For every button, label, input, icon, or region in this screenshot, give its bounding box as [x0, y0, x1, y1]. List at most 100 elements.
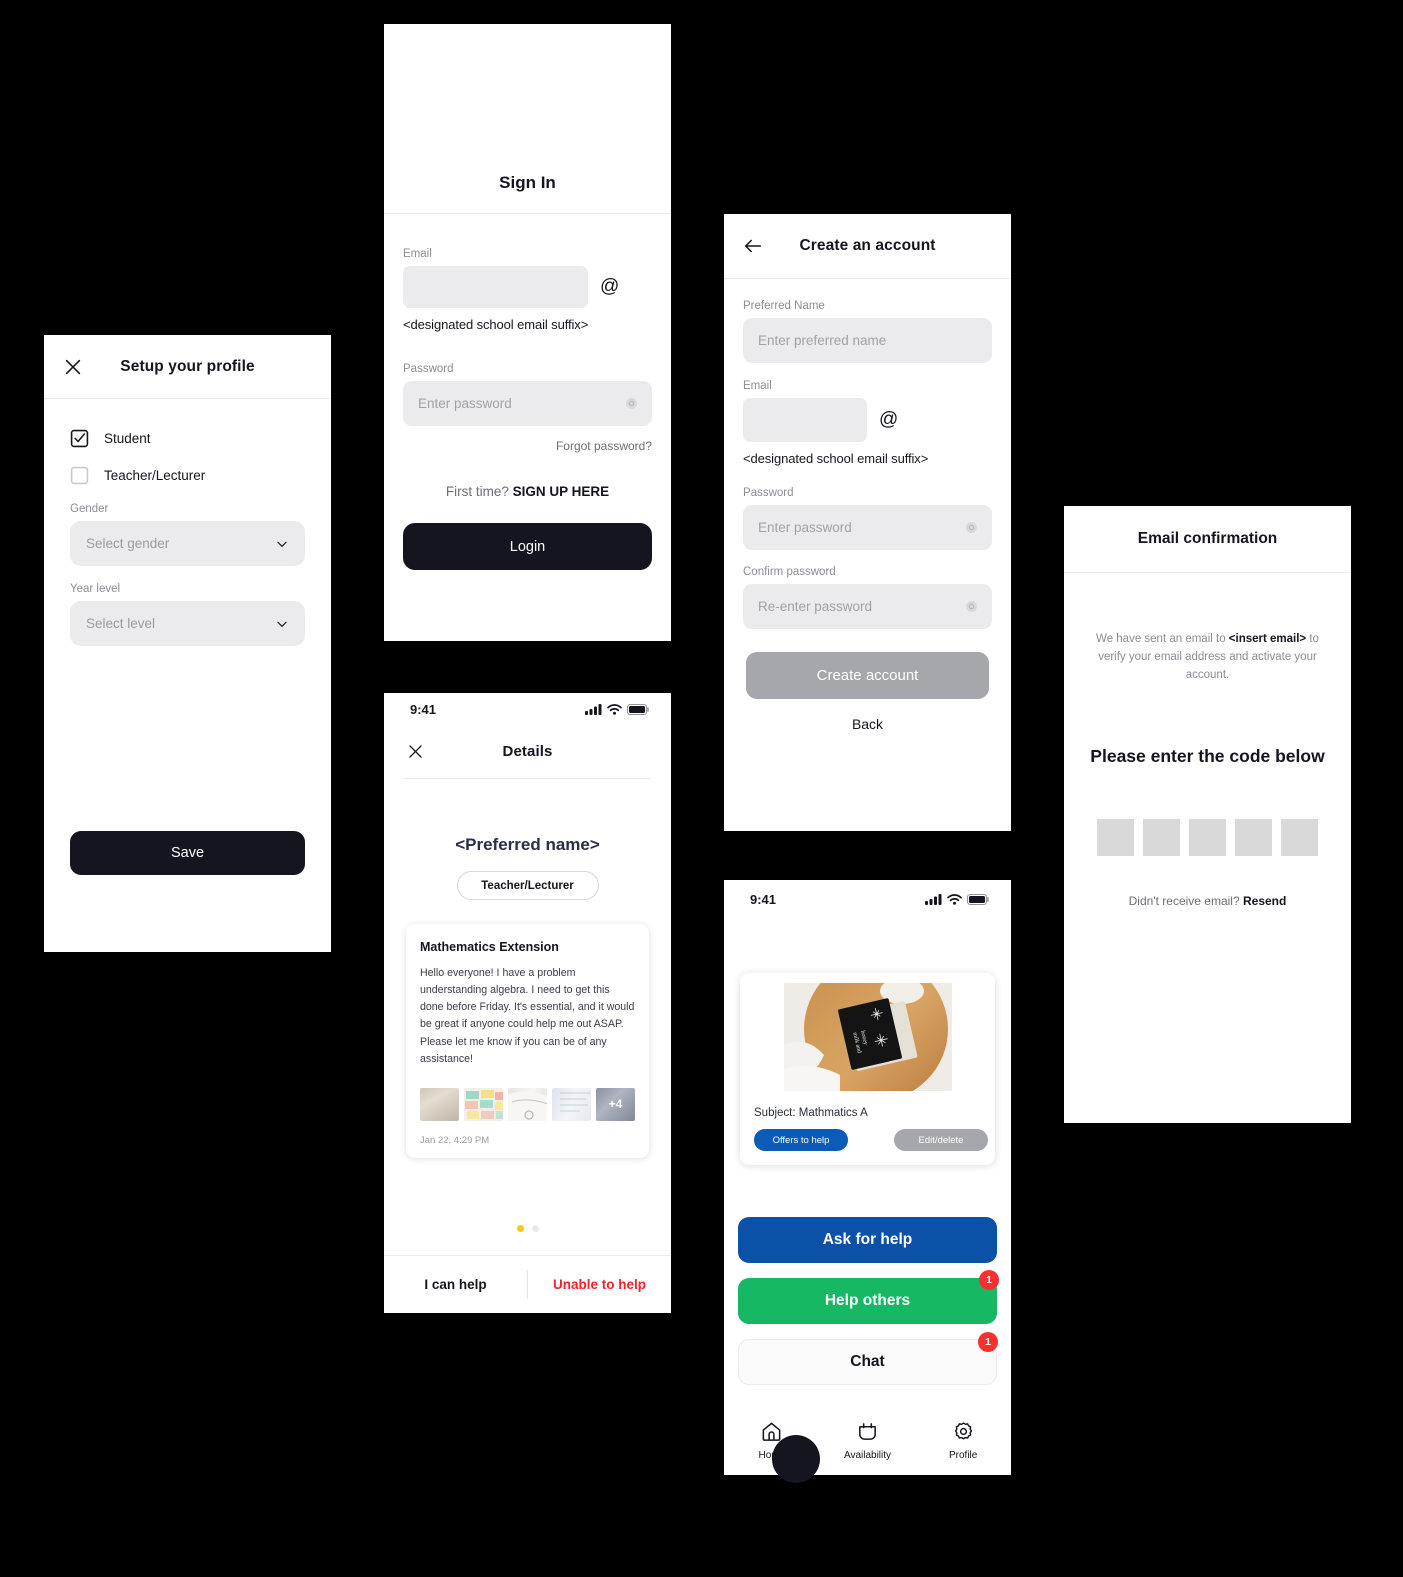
resend-link[interactable]: Resend	[1243, 894, 1286, 908]
tab-availability[interactable]: Availability	[820, 1420, 916, 1461]
wifi-icon	[947, 893, 962, 905]
signup-prompt: First time? SIGN UP HERE	[403, 484, 652, 499]
back-link[interactable]: Back	[743, 716, 992, 732]
resend-row: Didn't receive email? Resend	[1064, 894, 1351, 908]
setup-profile-header: Setup your profile	[44, 335, 331, 399]
code-digit-1[interactable]	[1097, 819, 1134, 857]
year-level-select-value: Select level	[86, 616, 156, 631]
pagination-dot-active[interactable]	[516, 1225, 524, 1232]
offers-to-help-button[interactable]: Offers to help	[754, 1129, 848, 1151]
save-button[interactable]: Save	[70, 831, 305, 875]
code-digit-5[interactable]	[1281, 819, 1318, 857]
unable-to-help-button[interactable]: Unable to help	[528, 1256, 671, 1313]
year-level-select[interactable]: Select level	[70, 601, 305, 646]
email-confirmation-screen: Email confirmation We have sent an email…	[1064, 506, 1351, 1123]
attachment-thumb[interactable]	[552, 1087, 591, 1121]
post-timestamp: Jan 22, 4:29 PM	[420, 1134, 490, 1146]
request-card[interactable]: milk and honey Subject: Mathmatics A Off…	[740, 973, 995, 1165]
confirmation-email-placeholder: <insert email>	[1228, 633, 1307, 645]
post-card[interactable]: Mathematics Extension Hello everyone! I …	[406, 924, 649, 1158]
signin-header: Sign In	[384, 153, 671, 214]
role-option-teacher[interactable]: Teacher/Lecturer	[70, 466, 305, 485]
attachment-thumbnails[interactable]: +4	[420, 1087, 635, 1121]
password-label: Password	[403, 363, 454, 375]
profile-block: <Preferred name> Teacher/Lecturer	[384, 835, 671, 900]
eye-icon[interactable]	[965, 521, 978, 534]
bottom-tab-bar: Home Availability Profile	[724, 1420, 1011, 1461]
card-actions: Offers to help Edit/delete	[754, 1129, 988, 1151]
attachment-thumb[interactable]	[420, 1087, 459, 1121]
checkbox-unchecked-icon[interactable]	[70, 466, 89, 485]
password-input[interactable]: Enter password	[743, 505, 992, 550]
code-input-row[interactable]	[1064, 819, 1351, 857]
chevron-down-icon	[277, 621, 287, 627]
attachment-more-count: +4	[596, 1087, 635, 1121]
help-others-button[interactable]: Help others 1	[738, 1270, 999, 1324]
confirmation-message: We have sent an email to <insert email> …	[1064, 631, 1351, 684]
gender-select-value: Select gender	[86, 536, 170, 551]
home-indicator-notch	[772, 1435, 820, 1483]
code-digit-4[interactable]	[1235, 819, 1272, 857]
edit-delete-button[interactable]: Edit/delete	[894, 1129, 988, 1151]
status-bar: 9:41	[384, 693, 671, 725]
ask-for-help-button[interactable]: Ask for help	[738, 1217, 997, 1263]
signup-link[interactable]: SIGN UP HERE	[513, 484, 610, 499]
create-account-button[interactable]: Create account	[746, 652, 989, 699]
home-indicator-area	[724, 1435, 1011, 1505]
calendar-icon	[859, 1423, 876, 1440]
forgot-password-link[interactable]: Forgot password?	[403, 439, 652, 453]
gender-select[interactable]: Select gender	[70, 521, 305, 566]
code-digit-2[interactable]	[1143, 819, 1180, 857]
attachment-thumb[interactable]	[464, 1087, 503, 1121]
chat-badge: 1	[978, 1332, 998, 1352]
signal-icon	[925, 893, 942, 905]
i-can-help-button[interactable]: I can help	[384, 1256, 527, 1313]
chat-button[interactable]: Chat 1	[738, 1332, 998, 1385]
page-title: Sign In	[499, 173, 556, 192]
carousel-pagination[interactable]	[384, 1225, 671, 1232]
pagination-dot[interactable]	[531, 1225, 539, 1232]
page-title: Create an account	[799, 237, 936, 254]
email-suffix-hint: <designated school email suffix>	[743, 451, 929, 466]
attachment-thumb-more[interactable]: +4	[596, 1087, 635, 1121]
post-body: Hello everyone! I have a problem underst…	[420, 967, 635, 1065]
code-digit-3[interactable]	[1189, 819, 1226, 857]
header-divider	[404, 778, 651, 779]
confirmation-message-prefix: We have sent an email to	[1096, 633, 1229, 645]
gear-icon	[954, 1422, 972, 1440]
password-label: Password	[743, 487, 794, 499]
eye-icon[interactable]	[625, 397, 638, 410]
year-level-label: Year level	[70, 583, 121, 595]
help-others-badge: 1	[979, 1270, 999, 1290]
gender-label: Gender	[70, 503, 109, 515]
page-title: Setup your profile	[120, 357, 255, 375]
signal-icon	[585, 703, 602, 715]
role-option-student[interactable]: Student	[70, 429, 305, 448]
close-icon[interactable]	[406, 742, 425, 761]
ask-for-help-label: Ask for help	[822, 1231, 913, 1248]
battery-icon	[967, 893, 989, 905]
attachment-thumb[interactable]	[508, 1087, 547, 1121]
confirm-password-placeholder: Re-enter password	[758, 599, 873, 614]
create-account-screen: Create an account Preferred Name Enter p…	[724, 214, 1011, 831]
chat-label: Chat	[850, 1353, 885, 1370]
password-input[interactable]: Enter password	[403, 381, 652, 426]
email-input[interactable]	[743, 398, 867, 442]
primary-actions: Ask for help Help others 1 Chat 1	[724, 1217, 1011, 1385]
preferred-name-input[interactable]: Enter preferred name	[743, 318, 992, 363]
arrow-left-icon[interactable]	[742, 235, 764, 257]
signup-prompt-text: First time?	[445, 484, 509, 499]
login-button[interactable]: Login	[403, 523, 652, 570]
tab-profile[interactable]: Profile	[915, 1420, 1011, 1461]
confirm-password-input[interactable]: Re-enter password	[743, 584, 992, 629]
setup-profile-screen: Setup your profile Student Teacher/Lectu…	[44, 335, 331, 952]
email-input[interactable]	[403, 266, 588, 308]
tab-availability-label: Availability	[843, 1450, 892, 1461]
status-time: 9:41	[410, 701, 437, 717]
checkbox-checked-icon[interactable]	[70, 429, 89, 448]
wifi-icon	[607, 703, 622, 715]
eye-icon[interactable]	[965, 600, 978, 613]
close-icon[interactable]	[62, 356, 84, 378]
confirm-password-label: Confirm password	[743, 566, 836, 578]
preferred-name: <Preferred name>	[455, 835, 600, 854]
